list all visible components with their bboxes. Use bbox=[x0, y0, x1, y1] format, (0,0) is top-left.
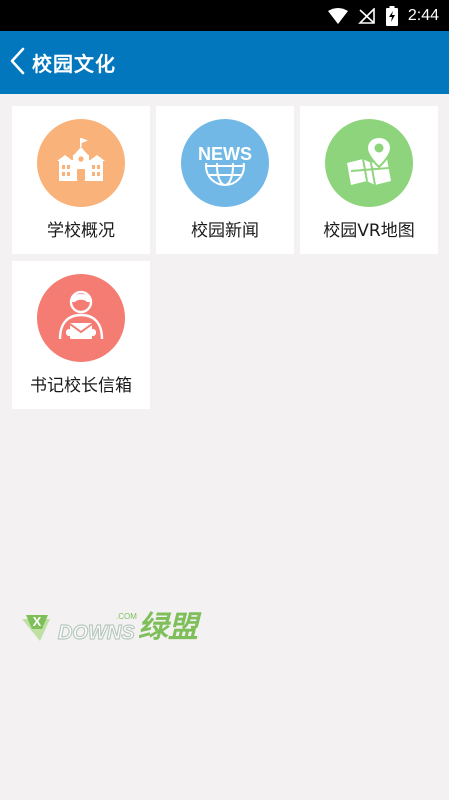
status-bar: 2:44 bbox=[0, 0, 449, 31]
person-mailbox-icon bbox=[56, 287, 106, 349]
battery-charging-icon bbox=[385, 5, 398, 26]
school-building-icon bbox=[55, 136, 107, 190]
tile-icon-circle bbox=[37, 119, 125, 207]
tile-label: 学校概况 bbox=[47, 221, 115, 241]
page-title: 校园文化 bbox=[32, 52, 116, 76]
watermark-logo: X DOWNS .COM 绿盟 bbox=[22, 603, 222, 649]
news-globe-icon: NEWS bbox=[192, 128, 258, 198]
tile-campus-vr-map[interactable]: 校园VR地图 bbox=[300, 106, 438, 254]
chevron-left-icon bbox=[9, 47, 25, 79]
tile-label: 校园新闻 bbox=[191, 221, 259, 241]
tile-label: 书记校长信箱 bbox=[30, 376, 132, 396]
status-time: 2:44 bbox=[407, 6, 439, 24]
news-icon-text: NEWS bbox=[198, 144, 252, 164]
no-signal-icon bbox=[357, 7, 376, 24]
tile-icon-circle: NEWS bbox=[181, 119, 269, 207]
tile-icon-circle bbox=[37, 274, 125, 362]
app-bar: 校园文化 bbox=[0, 31, 449, 94]
back-button[interactable] bbox=[2, 31, 32, 94]
tile-school-overview[interactable]: 学校概况 bbox=[12, 106, 150, 254]
watermark-com: .COM bbox=[116, 612, 137, 621]
watermark-brand-cn: 绿盟 bbox=[138, 610, 202, 645]
tile-campus-news[interactable]: NEWS 校园新闻 bbox=[156, 106, 294, 254]
tile-label: 校园VR地图 bbox=[323, 221, 415, 241]
watermark-badge: X bbox=[33, 614, 42, 629]
map-pin-icon bbox=[341, 135, 397, 191]
watermark-brand: DOWNS bbox=[58, 622, 135, 644]
tile-icon-circle bbox=[325, 119, 413, 207]
wifi-icon bbox=[327, 7, 348, 24]
tile-principal-mailbox[interactable]: 书记校长信箱 bbox=[12, 261, 150, 409]
